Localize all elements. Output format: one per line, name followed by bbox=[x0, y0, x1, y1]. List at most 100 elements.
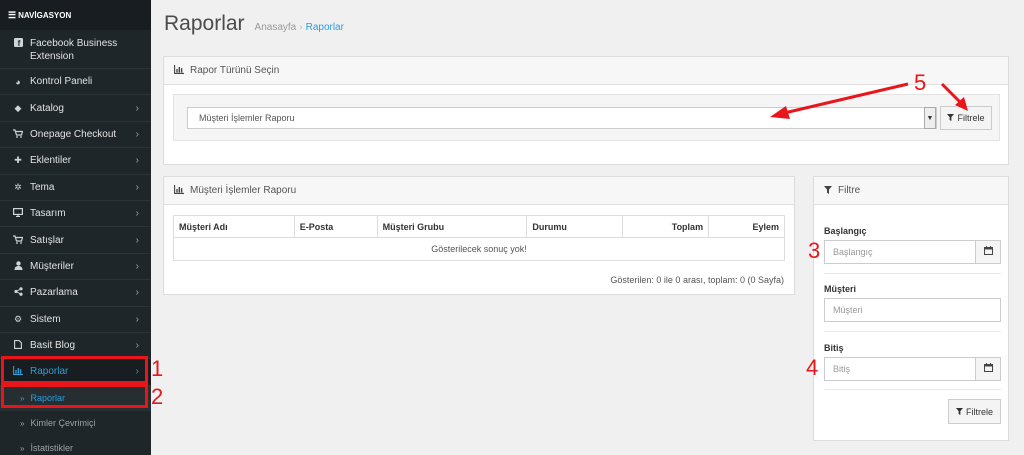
filter-icon bbox=[947, 113, 955, 123]
puzzle-icon: ✚ bbox=[14, 155, 22, 166]
sidebar-subitem-label: Kimler Çevrimiçi bbox=[30, 418, 96, 429]
user-icon bbox=[12, 261, 24, 272]
sidebar-item-pazarlama[interactable]: Pazarlama › bbox=[0, 280, 151, 307]
sidebar-item-label: Sistem bbox=[30, 313, 61, 325]
start-date-calendar-button[interactable] bbox=[975, 240, 1001, 264]
sidebar-item-label: Tema bbox=[30, 181, 55, 193]
customer-input[interactable]: Müşteri bbox=[824, 298, 1001, 322]
table-header-row: Müşteri Adı E-Posta Müşteri Grubu Durumu… bbox=[173, 215, 785, 238]
report-type-filter-button[interactable]: Filtrele bbox=[940, 106, 992, 130]
tag-icon: ◆ bbox=[14, 102, 22, 113]
annotation-number-1: 1 bbox=[151, 356, 164, 381]
calendar-icon bbox=[983, 363, 993, 375]
report-type-selected-value: Müşteri İşlemler Raporu bbox=[199, 113, 295, 123]
annotation-number-4: 4 bbox=[806, 355, 819, 380]
column-header-eylem: Eylem bbox=[708, 215, 785, 238]
bar-chart-icon bbox=[174, 65, 184, 76]
chevron-right-icon: › bbox=[135, 313, 139, 325]
column-header-musteri-grubu[interactable]: Müşteri Grubu bbox=[376, 215, 528, 238]
chevron-right-icon: › bbox=[135, 340, 139, 352]
end-date-input[interactable]: Bitiş bbox=[824, 357, 976, 381]
chevron-right-icon: › bbox=[135, 155, 139, 167]
report-type-panel-title: Rapor Türünü Seçin bbox=[190, 65, 280, 76]
start-date-placeholder: Başlangıç bbox=[833, 247, 873, 257]
nav-title-label: NAVİGASYON bbox=[18, 10, 72, 20]
sidebar-item-satislar[interactable]: Satışlar › bbox=[0, 227, 151, 254]
nav-title: ☰ NAVİGASYON bbox=[0, 0, 151, 30]
column-header-durumu[interactable]: Durumu bbox=[526, 215, 624, 238]
sidebar-subitem-label: İstatistikler bbox=[30, 443, 73, 454]
chevron-right-icon: › bbox=[135, 181, 139, 193]
page-header: Raporlar Anasayfa › Raporlar bbox=[164, 12, 344, 36]
sidebar-item-katalog[interactable]: ◆ Katalog › bbox=[0, 95, 151, 122]
desktop-icon bbox=[12, 208, 24, 219]
end-date-calendar-button[interactable] bbox=[975, 357, 1001, 381]
svg-text:f: f bbox=[17, 39, 20, 47]
customer-label: Müşteri bbox=[824, 284, 857, 294]
chevron-right-icon: › bbox=[135, 260, 139, 272]
chevron-right-icon: › bbox=[135, 287, 139, 299]
empty-result-message: Gösterilecek sonuç yok! bbox=[173, 237, 785, 261]
calendar-icon bbox=[983, 246, 993, 258]
sidebar-item-tasarim[interactable]: Tasarım › bbox=[0, 201, 151, 228]
sidebar-item-label: Müşteriler bbox=[30, 260, 74, 272]
filter-button-label: Filtrele bbox=[957, 113, 985, 123]
pagination-summary: Gösterilen: 0 ile 0 arası, toplam: 0 (0 … bbox=[610, 275, 784, 285]
annotation-number-3: 3 bbox=[808, 238, 821, 263]
chevron-right-icon: › bbox=[135, 102, 139, 114]
menu-bars-icon: ☰ bbox=[8, 9, 17, 20]
report-result-panel: Müşteri İşlemler Raporu Müşteri Adı E-Po… bbox=[163, 176, 795, 295]
annotation-box-1 bbox=[1, 356, 148, 384]
share-icon bbox=[12, 287, 24, 298]
customer-placeholder: Müşteri bbox=[833, 305, 863, 315]
sidebar-item-tema[interactable]: ✲ Tema › bbox=[0, 175, 151, 201]
column-header-toplam[interactable]: Toplam bbox=[622, 215, 710, 238]
caret-down-icon: ▼ bbox=[926, 114, 934, 122]
report-type-panel-heading: Rapor Türünü Seçin bbox=[164, 57, 1008, 85]
gear-icon: ⚙ bbox=[13, 313, 23, 324]
start-date-label: Başlangıç bbox=[824, 226, 867, 236]
chevron-right-icon: › bbox=[135, 234, 139, 246]
filter-icon bbox=[955, 407, 963, 417]
breadcrumb-current-link[interactable]: Raporlar bbox=[306, 22, 344, 33]
sidebar-item-label: Basit Blog bbox=[30, 340, 76, 352]
cogs-icon: ✲ bbox=[14, 181, 22, 192]
filter-icon bbox=[824, 185, 832, 196]
sidebar-item-musteriler[interactable]: Müşteriler › bbox=[0, 254, 151, 281]
filter-button-label: Filtrele bbox=[965, 406, 993, 417]
sidebar-subitem-kimler-cevrimici[interactable]: » Kimler Çevrimiçi bbox=[0, 410, 151, 436]
end-date-placeholder: Bitiş bbox=[833, 364, 851, 374]
annotation-box-2 bbox=[1, 384, 148, 408]
facebook-square-icon: f bbox=[12, 38, 24, 51]
annotation-number-5: 5 bbox=[914, 70, 927, 95]
sidebar-item-label: Tasarım bbox=[30, 208, 66, 220]
breadcrumb-separator: › bbox=[299, 22, 303, 33]
sidebar-subitem-istatistikler[interactable]: » İstatistikler bbox=[0, 435, 151, 455]
sidebar-item-facebook-business-extension[interactable]: f Facebook Business Extension bbox=[0, 30, 151, 69]
filter-separator bbox=[824, 389, 1001, 390]
chevron-right-icon: › bbox=[135, 208, 139, 220]
sidebar-item-label: Eklentiler bbox=[30, 155, 72, 167]
filter-separator bbox=[824, 331, 1001, 332]
report-type-select-arrow[interactable]: ▼ bbox=[924, 107, 936, 129]
column-header-e-posta[interactable]: E-Posta bbox=[293, 215, 378, 238]
report-result-panel-title: Müşteri İşlemler Raporu bbox=[190, 185, 297, 196]
filter-panel-title: Filtre bbox=[838, 185, 861, 196]
file-icon bbox=[12, 340, 24, 351]
cart-icon bbox=[12, 234, 24, 246]
column-header-musteri-adi[interactable]: Müşteri Adı bbox=[173, 215, 295, 238]
annotation-number-2: 2 bbox=[151, 384, 164, 409]
report-type-select[interactable]: Müşteri İşlemler Raporu bbox=[187, 107, 937, 129]
start-date-input[interactable]: Başlangıç bbox=[824, 240, 976, 264]
page-title: Raporlar bbox=[164, 12, 245, 35]
sidebar-item-sistem[interactable]: ⚙ Sistem › bbox=[0, 307, 151, 333]
sidebar-item-eklentiler[interactable]: ✚ Eklentiler › bbox=[0, 148, 151, 175]
double-chevron-right-icon: » bbox=[20, 443, 25, 453]
sidebar-item-kontrol-paneli[interactable]: ◕ Kontrol Paneli bbox=[0, 69, 151, 96]
sidebar-item-onepage-checkout[interactable]: Onepage Checkout › bbox=[0, 122, 151, 149]
filter-panel-filter-button[interactable]: Filtrele bbox=[948, 399, 1001, 424]
breadcrumb-home-link[interactable]: Anasayfa bbox=[255, 22, 297, 33]
filter-separator bbox=[824, 273, 1001, 274]
report-type-well: Müşteri İşlemler Raporu ▼ Filtrele bbox=[173, 94, 1000, 141]
cart-icon bbox=[12, 129, 24, 140]
